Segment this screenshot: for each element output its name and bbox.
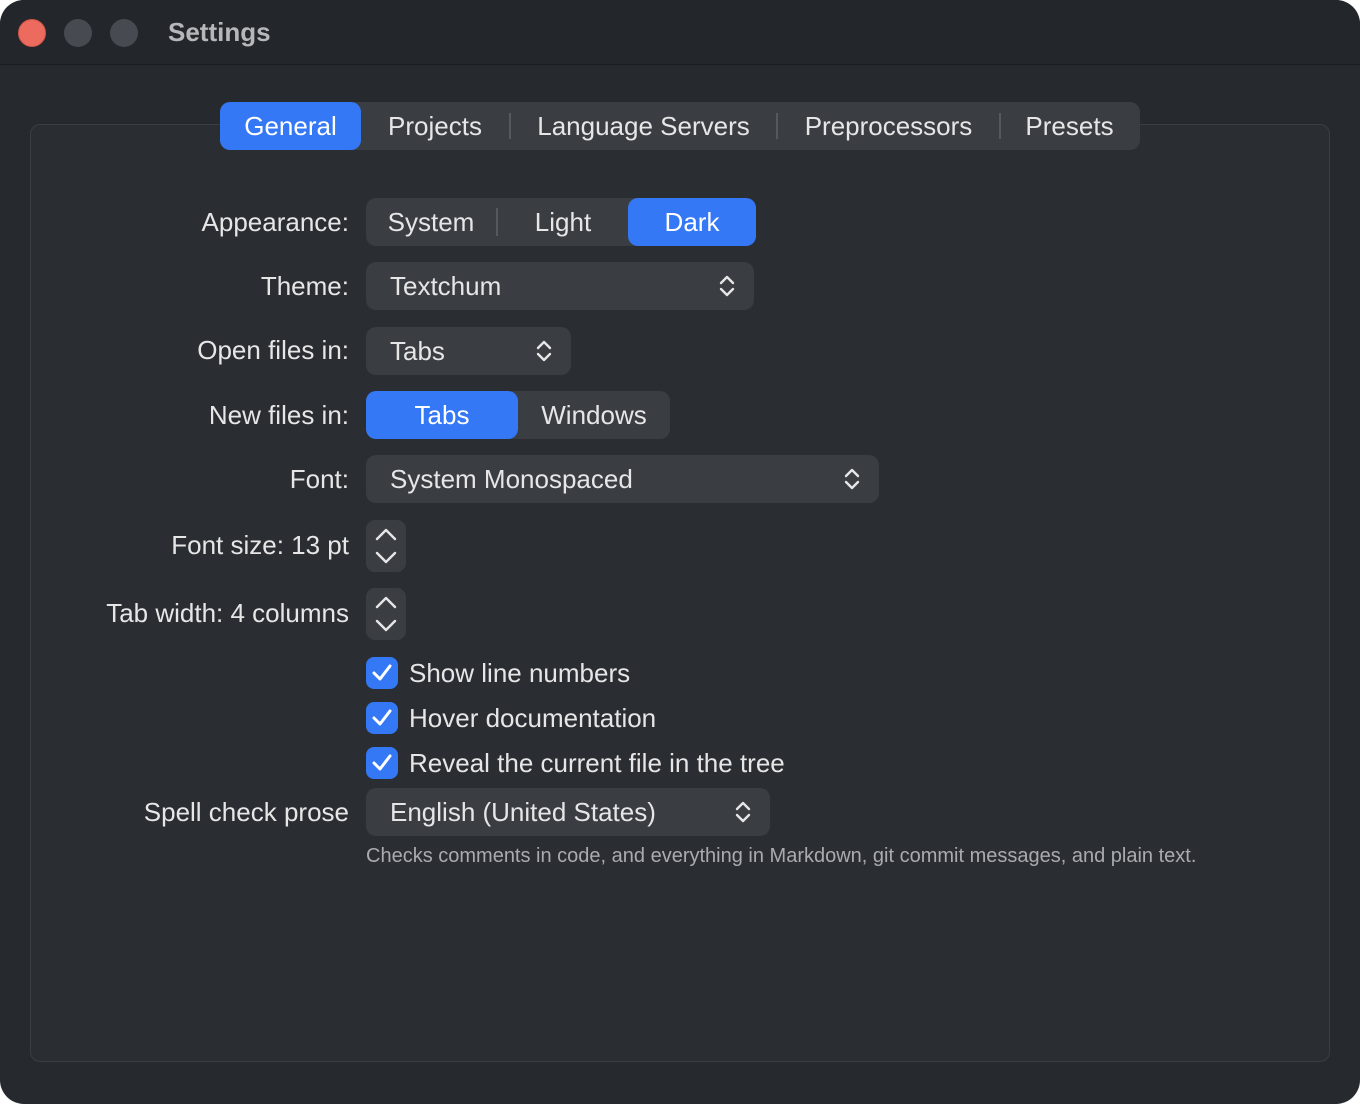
show-line-numbers-checkbox-row[interactable]: Show line numbers <box>366 656 630 690</box>
appearance-option-dark[interactable]: Dark <box>628 198 756 246</box>
close-window-button[interactable] <box>18 19 46 47</box>
title-bar: Settings <box>0 0 1360 65</box>
up-down-chevron-icon <box>844 468 860 490</box>
show-line-numbers-label: Show line numbers <box>409 657 631 688</box>
decrement-chevron-icon[interactable] <box>374 550 398 566</box>
reveal-current-file-label: Reveal the current file in the tree <box>409 747 785 778</box>
spell-check-popup[interactable]: English (United States) <box>366 788 770 836</box>
new-files-option-windows[interactable]: Windows <box>518 391 670 439</box>
new-files-option-tabs[interactable]: Tabs <box>366 391 518 439</box>
open-files-label: Open files in: <box>197 335 349 365</box>
checkmark-icon <box>372 709 392 726</box>
up-down-chevron-icon <box>536 340 552 362</box>
checkmark-icon <box>372 664 392 681</box>
spell-check-label: Spell check prose <box>143 797 349 827</box>
checkmark-icon <box>372 754 392 771</box>
tab-width-label: Tab width: 4 columns <box>106 598 349 628</box>
increment-chevron-icon[interactable] <box>374 594 398 610</box>
hover-documentation-checkbox[interactable] <box>366 702 398 734</box>
show-line-numbers-checkbox[interactable] <box>366 657 398 689</box>
appearance-option-system[interactable]: System <box>366 198 496 246</box>
theme-label: Theme: <box>260 271 349 301</box>
decrement-chevron-icon[interactable] <box>374 618 398 634</box>
tab-width-stepper[interactable] <box>366 588 406 640</box>
appearance-label: Appearance: <box>201 207 349 237</box>
new-files-label: New files in: <box>208 400 349 430</box>
new-files-segmented-control: Tabs Windows <box>366 391 670 439</box>
tab-projects[interactable]: Projects <box>361 102 509 150</box>
settings-window: Settings General Projects Language Serve… <box>0 0 1360 1104</box>
open-files-popup[interactable]: Tabs <box>366 327 571 375</box>
appearance-option-light[interactable]: Light <box>498 198 628 246</box>
appearance-segmented-control: System Light Dark <box>366 198 756 246</box>
font-value: System Monospaced <box>390 463 633 494</box>
spell-check-hint: Checks comments in code, and everything … <box>366 845 1197 867</box>
reveal-current-file-checkbox[interactable] <box>366 747 398 779</box>
hover-documentation-checkbox-row[interactable]: Hover documentation <box>366 701 656 735</box>
font-size-stepper[interactable] <box>366 520 406 572</box>
font-popup[interactable]: System Monospaced <box>366 455 879 503</box>
font-size-label: Font size: 13 pt <box>171 530 349 560</box>
theme-value: Textchum <box>390 270 502 301</box>
up-down-chevron-icon <box>735 801 751 823</box>
window-title: Settings <box>168 17 271 47</box>
theme-popup[interactable]: Textchum <box>366 262 754 310</box>
open-files-value: Tabs <box>390 335 445 366</box>
settings-tab-bar: General Projects Language Servers Prepro… <box>220 102 1140 150</box>
tab-preprocessors[interactable]: Preprocessors <box>778 102 999 150</box>
hover-documentation-label: Hover documentation <box>409 702 657 733</box>
tab-presets[interactable]: Presets <box>1001 102 1138 150</box>
up-down-chevron-icon <box>719 275 735 297</box>
tab-language-servers[interactable]: Language Servers <box>511 102 776 150</box>
minimize-window-button[interactable] <box>64 19 92 47</box>
reveal-current-file-checkbox-row[interactable]: Reveal the current file in the tree <box>366 746 785 780</box>
font-label: Font: <box>289 464 349 494</box>
zoom-window-button[interactable] <box>110 19 138 47</box>
increment-chevron-icon[interactable] <box>374 526 398 542</box>
tab-general[interactable]: General <box>220 102 361 150</box>
spell-check-value: English (United States) <box>390 796 656 827</box>
